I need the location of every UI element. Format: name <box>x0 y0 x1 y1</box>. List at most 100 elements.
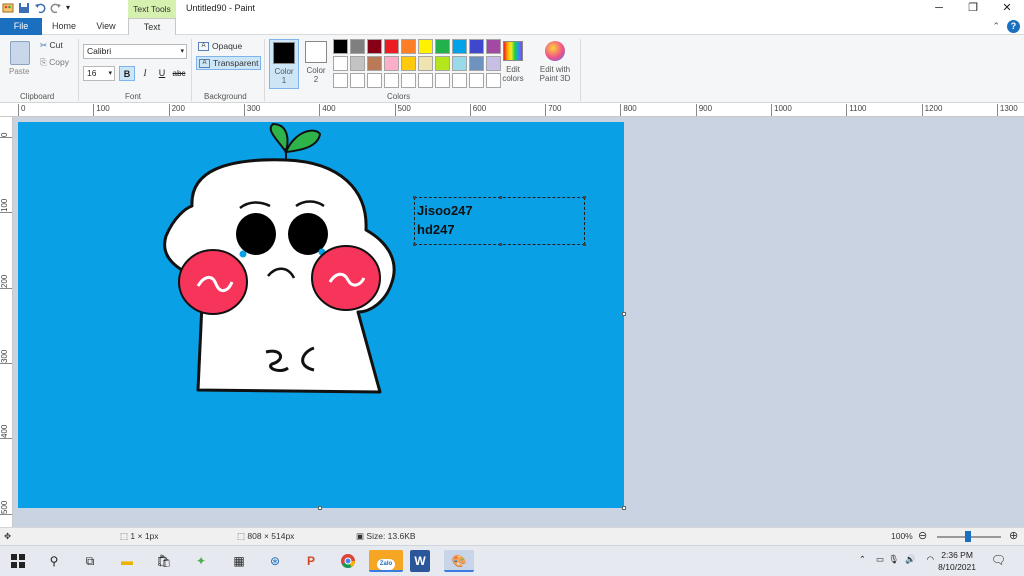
clean-master-icon[interactable]: ✦ <box>189 550 213 572</box>
text-box[interactable]: Jisoo247 hd247 <box>413 196 586 246</box>
palette-swatch[interactable] <box>418 39 433 54</box>
palette-swatch[interactable] <box>384 56 399 71</box>
textbox-handle[interactable] <box>499 243 502 246</box>
customize-qat-icon[interactable]: ▾ <box>66 2 74 14</box>
color1-button[interactable]: Color 1 <box>269 39 299 89</box>
palette-swatch[interactable] <box>469 56 484 71</box>
copy-button[interactable]: ⎘ Copy <box>40 57 69 68</box>
textbox-handle[interactable] <box>413 196 416 199</box>
zoom-slider-thumb[interactable] <box>965 531 971 542</box>
restore-button[interactable]: ❐ <box>956 0 990 18</box>
palette-swatch[interactable] <box>384 73 399 88</box>
textbox-handle[interactable] <box>583 243 586 246</box>
palette-swatch[interactable] <box>333 73 348 88</box>
edit-colors-button[interactable]: Edit colors <box>499 41 527 83</box>
color1-number: 1 <box>281 76 287 85</box>
ruler-tick: 0 <box>18 104 25 116</box>
paste-button[interactable] <box>10 41 30 65</box>
opaque-button[interactable]: A Opaque <box>196 40 256 54</box>
search-icon[interactable]: ⚲ <box>42 550 66 572</box>
tab-home[interactable]: Home <box>42 18 86 35</box>
cut-button[interactable]: ✂ Cut <box>40 40 63 51</box>
palette-swatch[interactable] <box>367 56 382 71</box>
tab-text[interactable]: Text <box>128 18 176 36</box>
palette-swatch[interactable] <box>401 39 416 54</box>
palette-swatch[interactable] <box>418 73 433 88</box>
palette-swatch[interactable] <box>401 73 416 88</box>
colors-group-label: Colors <box>387 92 411 101</box>
zalo-label: Zalo <box>376 559 396 570</box>
textbox-handle[interactable] <box>583 196 586 199</box>
color1-label: Color <box>274 67 294 76</box>
font-family-select[interactable]: Calibri ▾ <box>83 44 187 59</box>
start-icon[interactable] <box>6 550 30 572</box>
palette-swatch[interactable] <box>401 56 416 71</box>
palette-swatch[interactable] <box>452 56 467 71</box>
palette-swatch[interactable] <box>384 39 399 54</box>
chrome-icon[interactable] <box>336 550 360 572</box>
color2-button[interactable]: Color 2 <box>301 39 331 89</box>
palette-swatch[interactable] <box>469 73 484 88</box>
notifications-icon[interactable]: 🗨 <box>991 553 1006 567</box>
palette-swatch[interactable] <box>435 39 450 54</box>
store-icon[interactable]: 🛍 <box>152 550 176 572</box>
vertical-ruler: 0 100 200 300 400 500 <box>0 117 13 527</box>
paint-app-icon[interactable] <box>2 2 14 14</box>
powerpoint-icon[interactable]: P <box>299 550 323 572</box>
palette-swatch[interactable] <box>367 73 382 88</box>
paint-icon[interactable]: 🎨 <box>444 550 474 572</box>
palette-swatch[interactable] <box>333 39 348 54</box>
canvas-resize-handle-right[interactable] <box>622 312 626 316</box>
palette-swatch[interactable] <box>350 39 365 54</box>
network-device-icon[interactable]: ▭ <box>876 554 884 565</box>
drawing-canvas[interactable] <box>18 122 626 510</box>
microphone-icon[interactable]: 🎙 <box>888 554 899 565</box>
calculator-icon[interactable]: ▦ <box>227 550 251 572</box>
collapse-ribbon-icon[interactable]: ⌃ <box>992 21 1000 32</box>
ruler-tick: 0 <box>0 122 12 138</box>
palette-swatch[interactable] <box>452 39 467 54</box>
bold-button[interactable]: B <box>119 66 135 81</box>
palette-swatch[interactable] <box>435 56 450 71</box>
zoom-out-button[interactable]: ⊖ <box>918 529 927 542</box>
clock[interactable]: 2:36 PM 8/10/2021 <box>938 549 976 573</box>
canvas-resize-handle-bottom[interactable] <box>318 506 322 510</box>
teamviewer-icon[interactable]: ⊛ <box>263 550 287 572</box>
save-icon[interactable] <box>18 2 30 14</box>
textbox-handle[interactable] <box>413 243 416 246</box>
strikethrough-button[interactable]: abc <box>171 66 187 81</box>
task-view-icon[interactable]: ⧉ <box>78 550 102 572</box>
chevron-up-icon[interactable]: ⌃ <box>859 554 866 565</box>
taskbar: ⚲ ⧉ ▬ 🛍 ✦ ▦ ⊛ P Zalo W 🎨 ⌃ ▭ 🎙 🔊 ◠ 2:36 … <box>0 545 1024 576</box>
word-icon[interactable]: W <box>410 550 430 572</box>
palette-swatch[interactable] <box>435 73 450 88</box>
zoom-level: 100% <box>891 531 913 541</box>
tab-view[interactable]: View <box>86 18 126 35</box>
palette-swatch[interactable] <box>367 39 382 54</box>
zoom-in-button[interactable]: ⊕ <box>1009 529 1018 542</box>
palette-swatch[interactable] <box>350 73 365 88</box>
wifi-icon[interactable]: ◠ <box>927 554 934 565</box>
help-icon[interactable]: ? <box>1007 20 1020 33</box>
zalo-icon[interactable]: Zalo <box>369 550 403 572</box>
volume-icon[interactable]: 🔊 <box>905 554 916 565</box>
close-button[interactable]: ✕ <box>990 0 1024 18</box>
file-explorer-icon[interactable]: ▬ <box>115 550 139 572</box>
palette-swatch[interactable] <box>452 73 467 88</box>
edit-with-paint3d-button[interactable]: Edit with Paint 3D <box>535 41 575 83</box>
color2-swatch <box>305 41 327 63</box>
redo-icon[interactable] <box>50 2 62 14</box>
canvas-resize-handle-corner[interactable] <box>622 506 626 510</box>
minimize-button[interactable]: ─ <box>922 0 956 18</box>
palette-swatch[interactable] <box>333 56 348 71</box>
transparent-button[interactable]: A Transparent <box>196 56 261 70</box>
textbox-handle[interactable] <box>499 196 502 199</box>
palette-swatch[interactable] <box>350 56 365 71</box>
palette-swatch[interactable] <box>469 39 484 54</box>
underline-button[interactable]: U <box>154 66 170 81</box>
font-size-select[interactable]: 16 ▾ <box>83 66 115 81</box>
undo-icon[interactable] <box>34 2 46 14</box>
palette-swatch[interactable] <box>418 56 433 71</box>
tab-file[interactable]: File <box>0 18 42 35</box>
italic-button[interactable]: I <box>137 66 153 81</box>
